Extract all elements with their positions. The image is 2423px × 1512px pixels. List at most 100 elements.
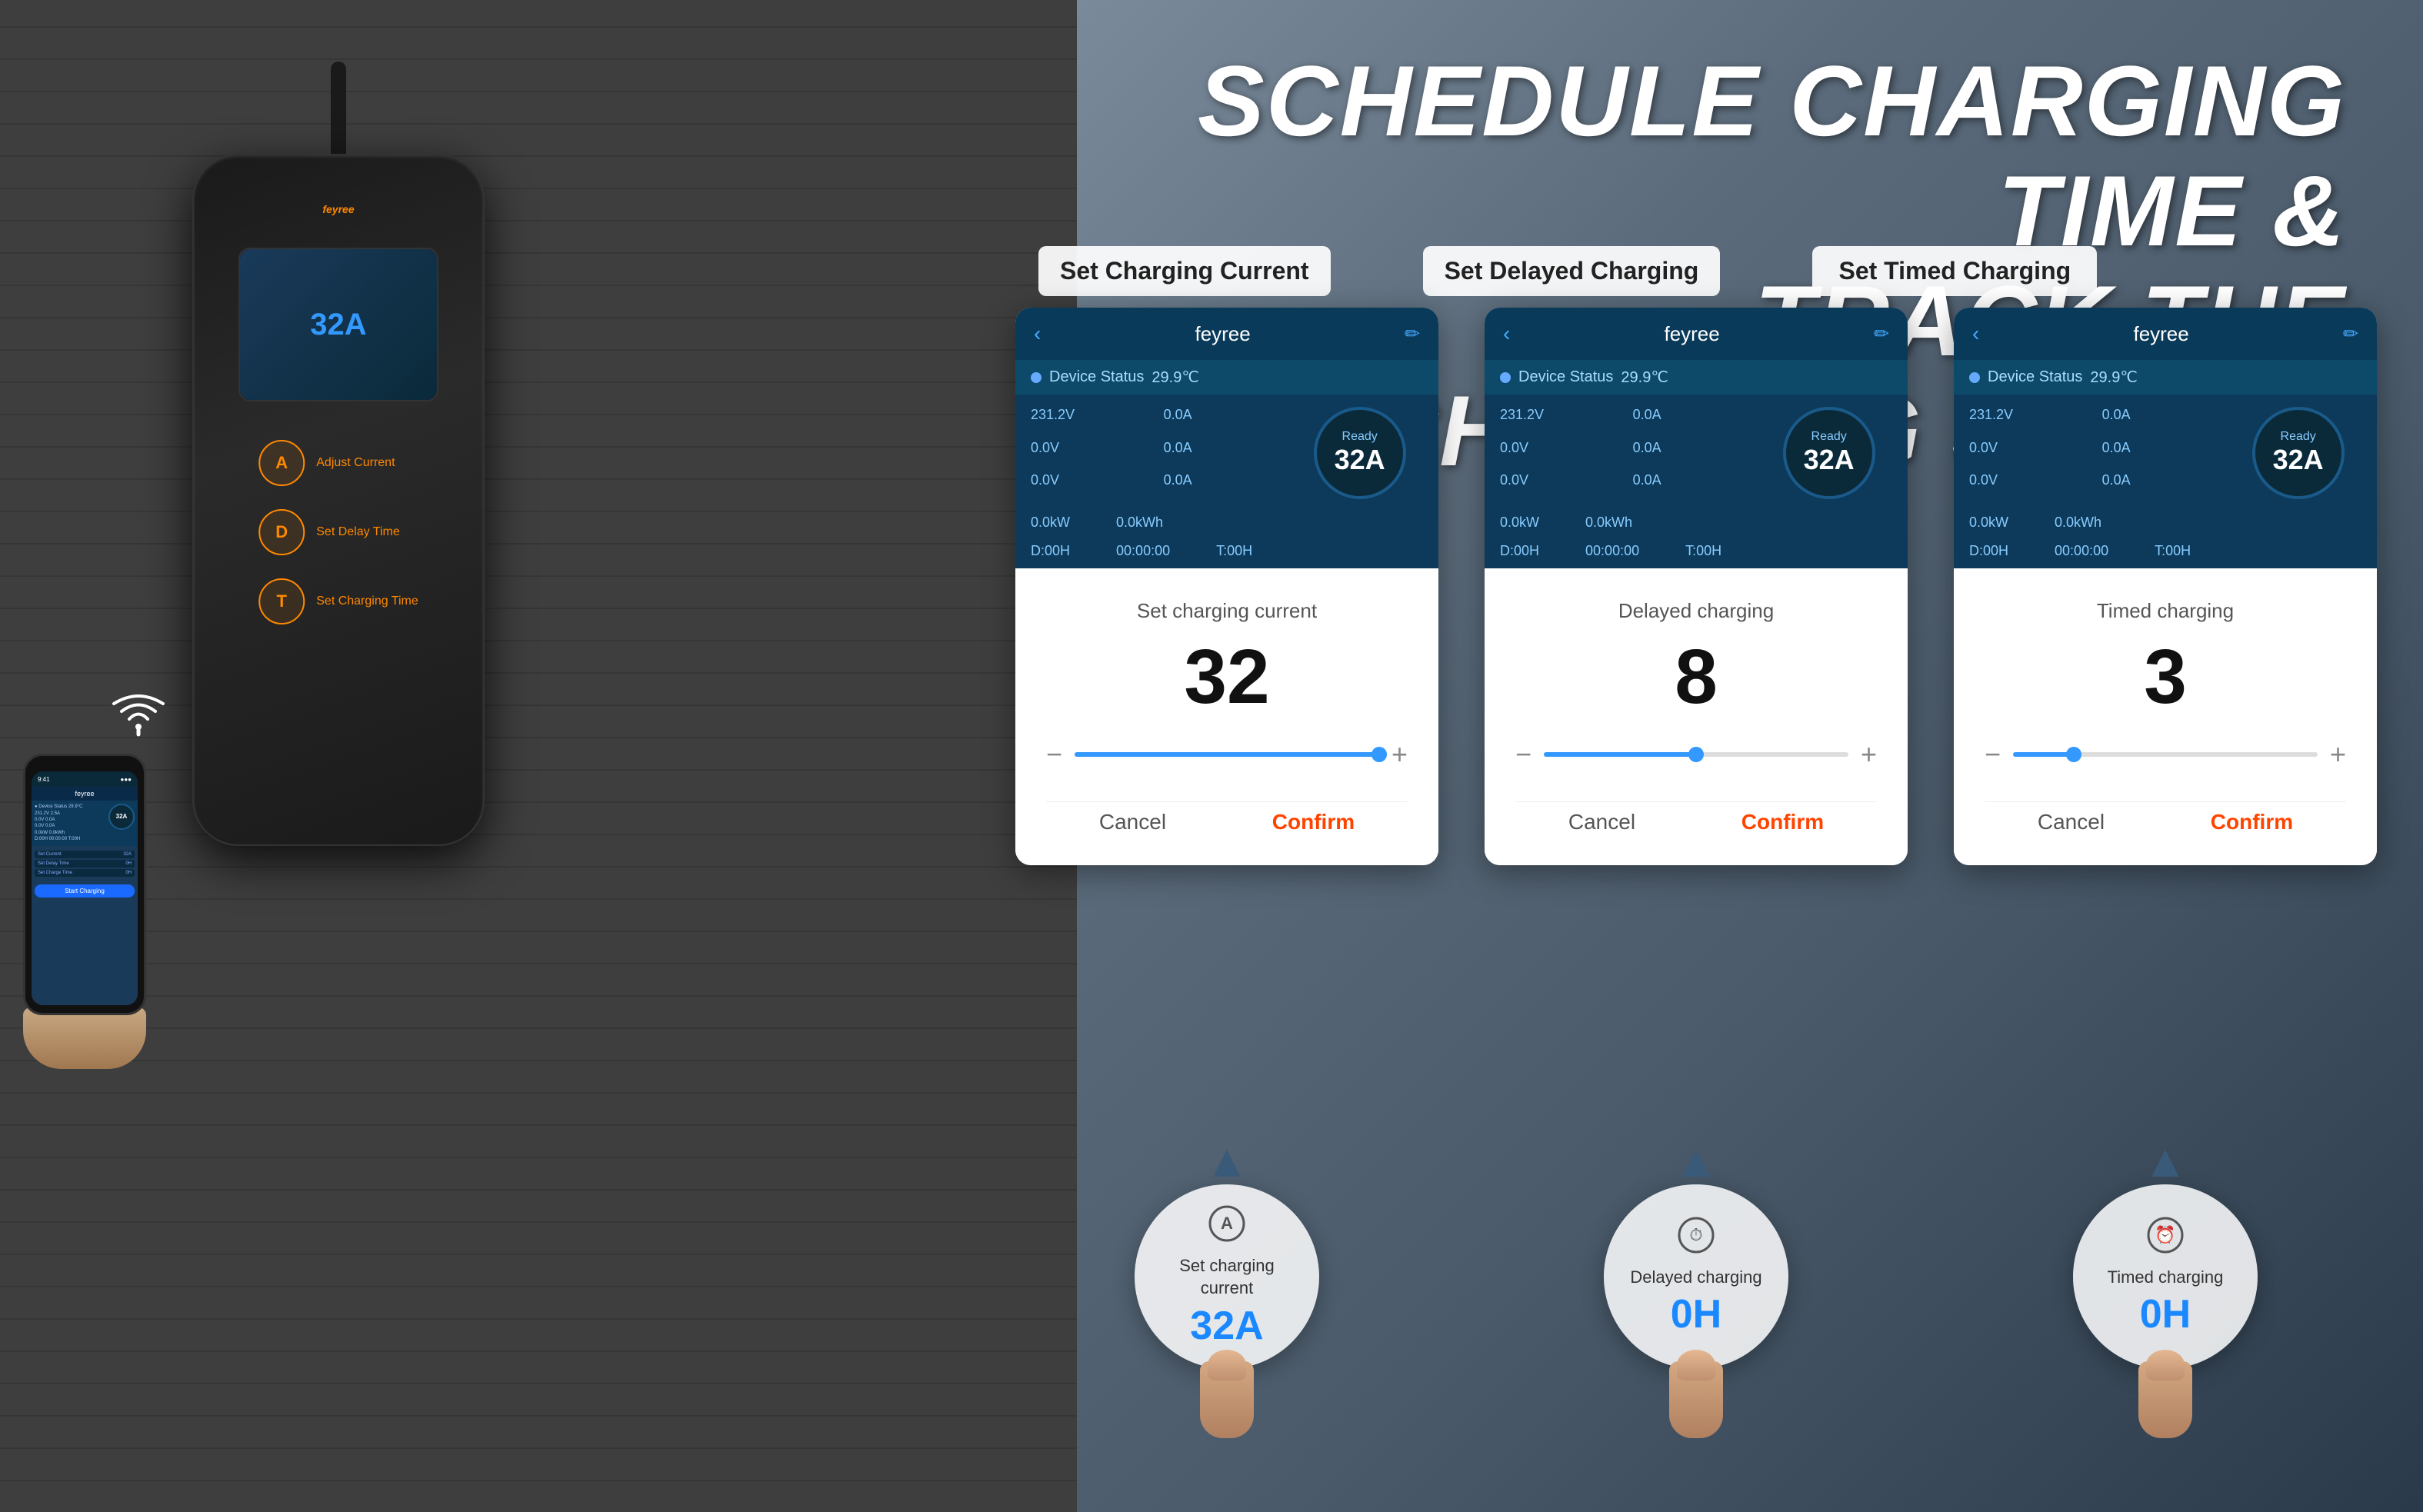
panel-2-modal-value: 3: [1985, 638, 2346, 715]
phone-menu-item-0[interactable]: Set Current 32A: [35, 851, 135, 858]
panel-1-time: 00:00:00: [1585, 543, 1639, 559]
finger-hand-1: [1485, 1361, 1908, 1438]
panel-0-title: feyree: [1195, 322, 1250, 346]
panel-0-t: T:00H: [1216, 543, 1252, 559]
panel-0-edit[interactable]: ✏: [1405, 323, 1420, 345]
panel-0-slider-fill: [1075, 752, 1379, 757]
panel-2-slider-plus[interactable]: +: [2330, 738, 2346, 771]
phone-app-name: feyree: [75, 790, 94, 798]
charger-btn-t[interactable]: T Set Charging Time: [258, 578, 418, 624]
phone-container: 9:41 ●●● feyree ● Device Status 29.9°C 2…: [23, 754, 177, 1061]
panel-2-metrics: 231.2V 0.0A Ready 32A 0.0V 0.0A 0.0V 0.0…: [1954, 395, 2377, 511]
panel-0-modal-title: Set charging current: [1046, 599, 1408, 623]
panel-0-metric-2: 0.0V: [1031, 440, 1158, 467]
panel-0-temp: 29.9℃: [1152, 368, 1198, 387]
phone-start-label: Start Charging: [65, 888, 105, 894]
finger-hand-0: [1015, 1361, 1438, 1438]
phone-status-bar: 9:41 ●●●: [32, 771, 138, 787]
charger-btn-d[interactable]: D Set Delay Time: [258, 509, 399, 555]
panel-1-temp: 29.9℃: [1621, 368, 1668, 387]
panel-0-slider-track[interactable]: [1075, 752, 1379, 757]
arrow-up-0: ▲: [1015, 1138, 1438, 1184]
panel-2-metric-4: 0.0V: [1969, 472, 2096, 499]
panel-2-status-label: Device Status: [1988, 368, 2082, 386]
panel-2-slider-fill: [2013, 752, 2074, 757]
panel-1-header: ‹ feyree ✏: [1485, 308, 1908, 360]
panel-2-edit[interactable]: ✏: [2343, 323, 2358, 345]
panel-0-modal-value: 32: [1046, 638, 1408, 715]
panel-0-back[interactable]: ‹: [1034, 321, 1041, 346]
panel-1-metric-2: 0.0V: [1500, 440, 1627, 467]
panel-2-slider-track[interactable]: [2013, 752, 2318, 757]
circle-icon-0: A Set chargingcurrent 32A: [1135, 1184, 1319, 1369]
panel-2-gauge-value: 32A: [2273, 444, 2324, 476]
panel-0-status-bar: Device Status 29.9℃: [1015, 360, 1438, 395]
panel-1-gauge-value: 32A: [1804, 444, 1855, 476]
panel-2-t: T:00H: [2155, 543, 2191, 559]
phone-reading-2: 231.2V 2.5A: [35, 811, 82, 817]
circle-icon-2-symbol: ⏰: [2146, 1216, 2185, 1264]
panel-1-metrics: 231.2V 0.0A Ready 32A 0.0V 0.0A 0.0V 0.0…: [1485, 395, 1908, 511]
phone-readings: ● Device Status 29.9°C 231.2V 2.5A 0.0V …: [35, 804, 82, 830]
panel-0-gauge-status: Ready: [1342, 430, 1378, 444]
panel-2-modal: Timed charging 3 − + Cancel Confirm: [1954, 568, 2377, 865]
panel-1-slider-minus[interactable]: −: [1515, 738, 1531, 771]
panel-1-gauge: Ready 32A: [1783, 407, 1875, 499]
panel-1-confirm[interactable]: Confirm: [1741, 810, 1824, 834]
phone-menu-item-2[interactable]: Set Charge Time 0H: [35, 869, 135, 877]
circle-icon-0-symbol: A: [1208, 1204, 1246, 1252]
panel-1-back[interactable]: ‹: [1503, 321, 1510, 346]
panel-timed-charging: ‹ feyree ✏ Device Status 29.9℃ 231.2V 0.…: [1954, 308, 2377, 865]
panel-0-metric-1: 0.0A: [1164, 407, 1291, 434]
panel-1-cancel[interactable]: Cancel: [1568, 810, 1635, 834]
circle-icon-0-value: 32A: [1190, 1303, 1263, 1349]
charger-logo: feyree: [308, 194, 369, 225]
panel-delayed-charging: ‹ feyree ✏ Device Status 29.9℃ 231.2V 0.…: [1485, 308, 1908, 865]
charger-btn-a-label: Adjust Current: [316, 456, 395, 470]
panel-2-metrics-row2: 0.0kW 0.0kWh: [1954, 511, 2377, 540]
panel-2-metric-2: 0.0V: [1969, 440, 2096, 467]
charger-btn-t-label: Set Charging Time: [316, 594, 418, 608]
panel-1-slider-plus[interactable]: +: [1861, 738, 1877, 771]
phone-body: 9:41 ●●● feyree ● Device Status 29.9°C 2…: [23, 754, 146, 1015]
panel-1-slider-track[interactable]: [1544, 752, 1848, 757]
panel-2-back[interactable]: ‹: [1972, 321, 1979, 346]
panel-2-confirm[interactable]: Confirm: [2211, 810, 2293, 834]
panel-0-slider-minus[interactable]: −: [1046, 738, 1062, 771]
charger-buttons: A Adjust Current D Set Delay Time T Set …: [258, 440, 418, 624]
panel-1-t: T:00H: [1685, 543, 1721, 559]
title-line1: SCHEDULE CHARGING TIME &: [1192, 46, 2346, 266]
panel-0-metrics-row3: D:00H 00:00:00 T:00H: [1015, 540, 1438, 568]
phone-start-btn[interactable]: Start Charging: [35, 884, 135, 898]
panel-2-slider-row: − +: [1985, 738, 2346, 771]
panel-2-time: 00:00:00: [2055, 543, 2108, 559]
panel-1-gauge-status: Ready: [1811, 430, 1847, 444]
charger-btn-a[interactable]: A Adjust Current: [258, 440, 395, 486]
panel-2-cancel[interactable]: Cancel: [2038, 810, 2105, 834]
panel-0-gauge: Ready 32A: [1314, 407, 1406, 499]
panel-2-kwh: 0.0kWh: [2055, 515, 2101, 531]
phone-screen: 9:41 ●●● feyree ● Device Status 29.9°C 2…: [32, 771, 138, 1005]
panel-1-metrics-row2: 0.0kW 0.0kWh: [1485, 511, 1908, 540]
panel-0-slider-plus[interactable]: +: [1391, 738, 1408, 771]
circle-icon-1-value: 0H: [1671, 1291, 1721, 1337]
circle-icon-1-label: Delayed charging: [1630, 1267, 1761, 1289]
panel-0-cancel[interactable]: Cancel: [1099, 810, 1166, 834]
panel-2-slider-minus[interactable]: −: [1985, 738, 2001, 771]
phone-reading-4: 0.0V 0.0A: [35, 823, 82, 829]
panel-1-metric-5: 0.0A: [1633, 472, 1760, 499]
panel-2-header: ‹ feyree ✏: [1954, 308, 2377, 360]
panel-0-modal-buttons: Cancel Confirm: [1046, 801, 1408, 834]
panel-2-temp: 29.9℃: [2090, 368, 2137, 387]
panel-0-slider-row: − +: [1046, 738, 1408, 771]
panel-1-kw: 0.0kW: [1500, 515, 1539, 531]
charger-btn-d-circle: D: [258, 509, 305, 555]
circle-icon-1: ⏱ Delayed charging 0H: [1604, 1184, 1788, 1369]
panel-1-edit[interactable]: ✏: [1874, 323, 1889, 345]
app-panels: ‹ feyree ✏ Device Status 29.9℃ 231.2V 0.…: [1015, 308, 2377, 865]
charger-btn-a-circle: A: [258, 440, 305, 486]
panel-0-metric-4: 0.0V: [1031, 472, 1158, 499]
panel-2-metrics-row3: D:00H 00:00:00 T:00H: [1954, 540, 2377, 568]
phone-menu-item-1[interactable]: Set Delay Time 0H: [35, 860, 135, 868]
panel-0-confirm[interactable]: Confirm: [1272, 810, 1355, 834]
